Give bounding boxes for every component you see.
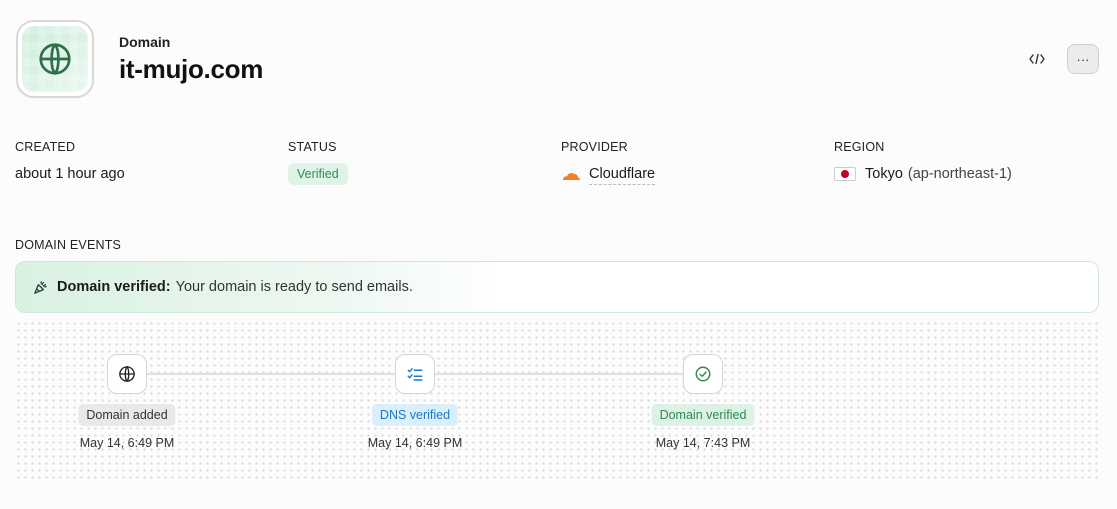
events-timeline: Domain added May 14, 6:49 PM DNS verifie… <box>15 320 1099 482</box>
domain-logo <box>16 20 94 98</box>
timeline-connector <box>147 373 395 375</box>
globe-icon <box>119 366 135 382</box>
step-label: Domain added <box>78 404 176 426</box>
domain-meta: CREATED about 1 hour ago STATUS Verified… <box>15 140 1105 200</box>
party-popper-icon <box>34 280 47 294</box>
step-label: DNS verified <box>371 404 459 426</box>
more-options-button[interactable]: ··· <box>1067 44 1099 74</box>
created-value: about 1 hour ago <box>15 166 125 182</box>
region-label: REGION <box>834 140 885 154</box>
japan-flag-icon <box>834 167 856 181</box>
page-subtitle: Domain <box>119 33 171 50</box>
domain-header: Domain it-mujo.com <box>16 20 263 98</box>
banner-title: Domain verified: <box>57 279 171 295</box>
events-heading: DOMAIN EVENTS <box>15 238 122 252</box>
checklist-icon <box>407 368 423 381</box>
step-node-dns-verified <box>395 354 435 394</box>
step-label: Domain verified <box>651 404 755 426</box>
step-node-domain-added <box>107 354 147 394</box>
verified-banner: Domain verified: Your domain is ready to… <box>15 261 1099 313</box>
more-icon: ··· <box>1076 51 1090 67</box>
provider-link[interactable]: Cloudflare <box>589 166 656 185</box>
check-circle-icon <box>695 366 711 382</box>
code-button[interactable] <box>1021 44 1053 74</box>
code-icon <box>1029 53 1045 65</box>
step-time: May 14, 7:43 PM <box>655 436 751 450</box>
globe-icon <box>39 43 71 75</box>
page-title: it-mujo.com <box>119 53 264 84</box>
status-badge: Verified <box>288 163 348 185</box>
timeline-connector <box>435 373 683 375</box>
status-label: STATUS <box>288 140 337 154</box>
banner-message: Your domain is ready to send emails. <box>175 279 413 295</box>
step-time: May 14, 6:49 PM <box>79 436 175 450</box>
provider-label: PROVIDER <box>561 140 628 154</box>
region-name: Tokyo <box>865 166 903 182</box>
step-time: May 14, 6:49 PM <box>367 436 463 450</box>
cloudflare-icon <box>563 172 580 180</box>
region-code: (ap-northeast-1) <box>907 166 1012 182</box>
created-label: CREATED <box>15 140 76 154</box>
step-node-domain-verified <box>683 354 723 394</box>
